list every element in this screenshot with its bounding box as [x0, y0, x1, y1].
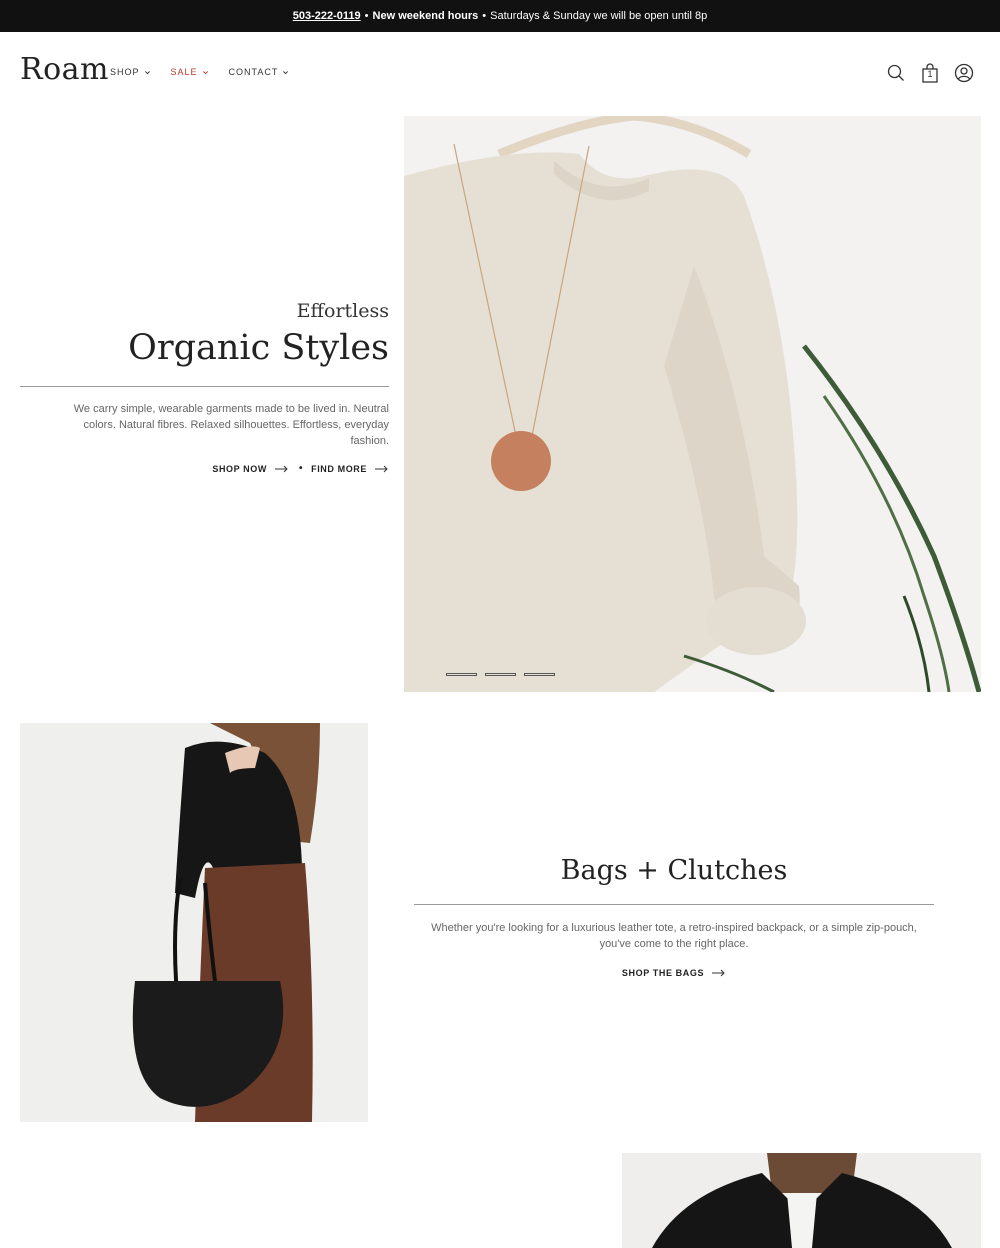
jackets-image: [622, 1153, 981, 1248]
user-icon: [954, 63, 974, 83]
phone-link[interactable]: 503-222-0119: [293, 10, 361, 22]
cart-button[interactable]: 1: [920, 62, 940, 84]
hero-kicker: Effortless: [296, 300, 389, 322]
bags-text-block: Bags + Clutches Whether you're looking f…: [414, 855, 934, 981]
link-separator: •: [298, 463, 304, 474]
bags-image: [20, 723, 368, 1122]
slider-dot[interactable]: [524, 673, 555, 676]
nav-shop[interactable]: SHOP: [110, 67, 151, 77]
bag-illustration: [20, 723, 368, 1122]
site-header: Roam SHOP SALE CONTACT 1: [0, 32, 1000, 116]
hero-divider: [20, 386, 389, 387]
search-icon: [887, 64, 904, 81]
shop-the-bags-label: SHOP THE BAGS: [621, 968, 705, 978]
announcement-highlight: New weekend hours: [372, 10, 479, 22]
hero-links: SHOP NOW • FIND MORE: [20, 463, 389, 474]
announcement-bar: 503-222-0119 • New weekend hours • Satur…: [0, 0, 1000, 32]
hero-text-block: Effortless Organic Styles We carry simpl…: [20, 300, 389, 474]
slider-dot[interactable]: [485, 673, 516, 676]
arrow-right-icon: [375, 465, 388, 472]
jacket-illustration: [622, 1153, 981, 1248]
hero-image-sweater: [404, 116, 981, 692]
announcement-separator: •: [482, 10, 487, 22]
bags-divider: [414, 904, 934, 905]
arrow-right-icon: [274, 465, 288, 472]
chevron-down-icon: [144, 70, 150, 74]
nav-sale-label: SALE: [170, 67, 198, 77]
sweater-illustration: [404, 116, 981, 692]
nav-contact[interactable]: CONTACT: [229, 67, 290, 77]
nav-contact-label: CONTACT: [228, 67, 279, 77]
arrow-right-icon: [712, 969, 725, 977]
shop-now-label: SHOP NOW: [212, 463, 267, 474]
search-button[interactable]: [886, 62, 906, 84]
main-nav: SHOP SALE CONTACT: [110, 67, 309, 77]
account-button[interactable]: [954, 62, 974, 84]
hero-title: Organic Styles: [128, 328, 389, 368]
chevron-down-icon: [202, 70, 208, 74]
header-icons: 1: [886, 62, 974, 84]
bags-title: Bags + Clutches: [560, 855, 788, 886]
site-logo[interactable]: Roam: [20, 52, 109, 87]
find-more-label: FIND MORE: [311, 463, 367, 474]
nav-shop-label: SHOP: [110, 67, 140, 77]
hero-description: We carry simple, wearable garments made …: [73, 403, 389, 447]
cart-count: 1: [927, 69, 933, 79]
bags-description: Whether you're looking for a luxurious l…: [431, 922, 917, 950]
announcement-separator: •: [364, 10, 369, 22]
announcement-message: Saturdays & Sunday we will be open until…: [490, 10, 708, 22]
slider-dots: [446, 673, 555, 676]
slider-dot[interactable]: [446, 673, 477, 676]
nav-sale[interactable]: SALE: [171, 67, 209, 77]
chevron-down-icon: [283, 70, 289, 74]
shop-the-bags-link[interactable]: SHOP THE BAGS: [622, 968, 726, 978]
find-more-link[interactable]: FIND MORE: [311, 464, 389, 474]
shop-now-link[interactable]: SHOP NOW: [212, 464, 289, 474]
